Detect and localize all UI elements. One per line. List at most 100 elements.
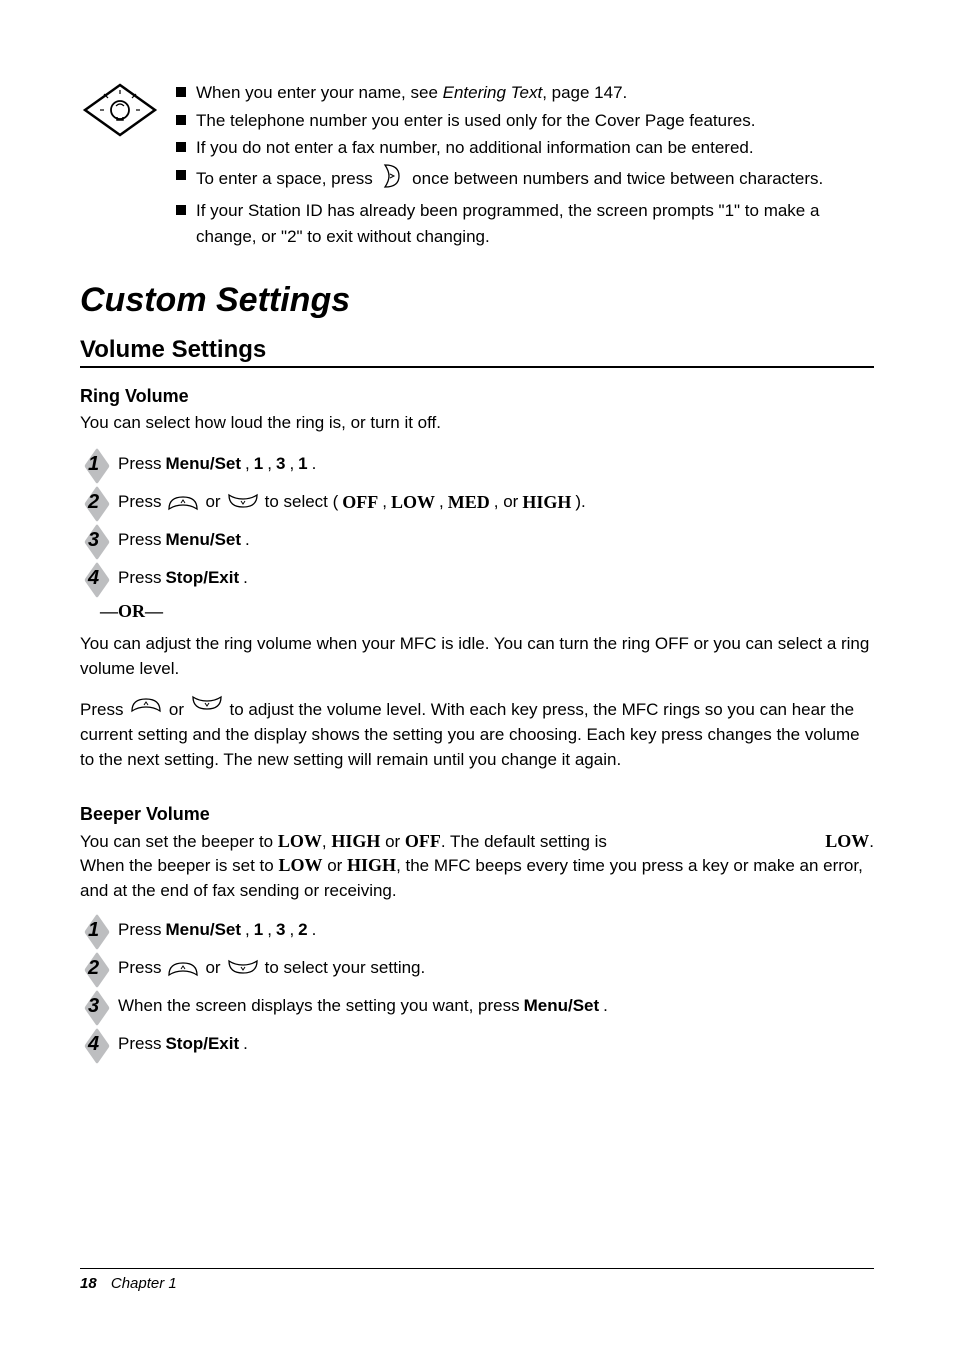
text: , (322, 832, 331, 851)
up-nav-icon (128, 693, 164, 715)
text: or (205, 492, 220, 512)
text: . (243, 1034, 248, 1054)
text: Press (118, 920, 161, 940)
text: once between numbers and twice between c… (412, 169, 823, 188)
text: Press (80, 700, 128, 719)
text: When the screen displays the setting you… (118, 996, 520, 1016)
right-nav-icon (381, 163, 403, 197)
bullet-item: If your Station ID has already been prog… (176, 198, 874, 249)
down-nav-icon (225, 957, 261, 979)
option-label: OFF (342, 492, 378, 513)
text: Press (118, 530, 161, 550)
key-label: Menu/Set (524, 996, 600, 1016)
text: Press (118, 454, 161, 474)
option-label: LOW (825, 831, 869, 851)
text: The telephone number you enter is used o… (196, 108, 874, 134)
option-label: OFF (405, 831, 441, 851)
option-label: LOW (278, 831, 322, 851)
option-label: HIGH (347, 855, 396, 875)
text: , (439, 492, 444, 512)
link-reference: Entering Text (443, 83, 543, 102)
text: , page 147. (542, 83, 627, 102)
text: or (205, 958, 220, 978)
tip-bullet-list: When you enter your name, see Entering T… (176, 80, 874, 251)
square-bullet-icon (176, 142, 186, 152)
option-label: MED (448, 492, 490, 513)
text: . (312, 454, 317, 474)
text: When the beeper is set to (80, 856, 278, 875)
square-bullet-icon (176, 115, 186, 125)
text: , or (494, 492, 519, 512)
option-label: HIGH (331, 831, 380, 851)
text: to select your setting. (265, 958, 426, 978)
chapter-label: Chapter 1 (111, 1275, 177, 1292)
step-list: 1 Press Menu/Set, 1, 3, 2. 2 Press or (80, 915, 874, 1059)
text: to select ( (265, 492, 339, 512)
text: To enter a space, press (196, 169, 377, 188)
text: If you do not enter a fax number, no add… (196, 135, 874, 161)
text: You can set the beeper to (80, 832, 278, 851)
key-label: 1 (298, 454, 307, 474)
page-footer: 18 Chapter 1 (80, 1268, 874, 1292)
key-label: Stop/Exit (165, 568, 239, 588)
or-separator: —OR— (100, 601, 874, 622)
step-number-badge: 4 (80, 1033, 118, 1056)
option-label: LOW (391, 492, 435, 513)
topic-heading: Beeper Volume (80, 804, 874, 825)
up-nav-icon (165, 491, 201, 513)
text: . (603, 996, 608, 1016)
step-4: 4 Press Stop/Exit. (80, 563, 874, 593)
page: When you enter your name, see Entering T… (0, 0, 954, 1352)
text: . (312, 920, 317, 940)
text: or (327, 856, 347, 875)
step-1: 1 Press Menu/Set, 1, 3, 2. (80, 915, 874, 945)
bullet-item: When you enter your name, see Entering T… (176, 80, 874, 106)
option-label: LOW (278, 855, 322, 875)
step-number-badge: 3 (80, 995, 118, 1018)
key-label: 2 (298, 920, 307, 940)
bullet-item: The telephone number you enter is used o… (176, 108, 874, 134)
key-label: 3 (276, 920, 285, 940)
text: , (245, 454, 250, 474)
step-number-badge: 3 (80, 529, 118, 552)
subsection-heading: Volume Settings (80, 336, 874, 364)
step-3: 3 Press Menu/Set. (80, 525, 874, 555)
square-bullet-icon (176, 87, 186, 97)
step-2: 2 Press or to select ( OFF, LOW, MED, or… (80, 487, 874, 517)
square-bullet-icon (176, 170, 186, 180)
page-number: 18 (80, 1275, 97, 1292)
text: ). (575, 492, 585, 512)
text: . (243, 568, 248, 588)
step-number-badge: 1 (80, 453, 118, 476)
key-label: Menu/Set (165, 530, 241, 550)
text: , (267, 454, 272, 474)
text: , (289, 454, 294, 474)
step-number-badge: 1 (80, 919, 118, 942)
paragraph: Press or to adjust the volume level. Wit… (80, 693, 874, 772)
text: Press (118, 568, 161, 588)
step-number-badge: 4 (80, 567, 118, 590)
text: , (289, 920, 294, 940)
tip-block: When you enter your name, see Entering T… (80, 80, 874, 251)
paragraph: You can adjust the ring volume when your… (80, 632, 874, 681)
text: . (245, 530, 250, 550)
key-label: 3 (276, 454, 285, 474)
step-1: 1 Press Menu/Set, 1, 3, 1. (80, 449, 874, 479)
text: , (382, 492, 387, 512)
paragraph: You can select how loud the ring is, or … (80, 413, 874, 433)
bullet-item: If you do not enter a fax number, no add… (176, 135, 874, 161)
key-label: Menu/Set (165, 920, 241, 940)
lightbulb-tip-icon (80, 80, 160, 140)
step-3: 3 When the screen displays the setting y… (80, 991, 874, 1021)
down-nav-icon (189, 693, 225, 715)
text: Press (118, 492, 161, 512)
up-nav-icon (165, 957, 201, 979)
topic-heading: Ring Volume (80, 386, 874, 407)
step-4: 4 Press Stop/Exit. (80, 1029, 874, 1059)
text: or (385, 832, 405, 851)
key-label: Menu/Set (165, 454, 241, 474)
square-bullet-icon (176, 205, 186, 215)
step-2: 2 Press or to select your setting. (80, 953, 874, 983)
text: , (245, 920, 250, 940)
text: , (267, 920, 272, 940)
